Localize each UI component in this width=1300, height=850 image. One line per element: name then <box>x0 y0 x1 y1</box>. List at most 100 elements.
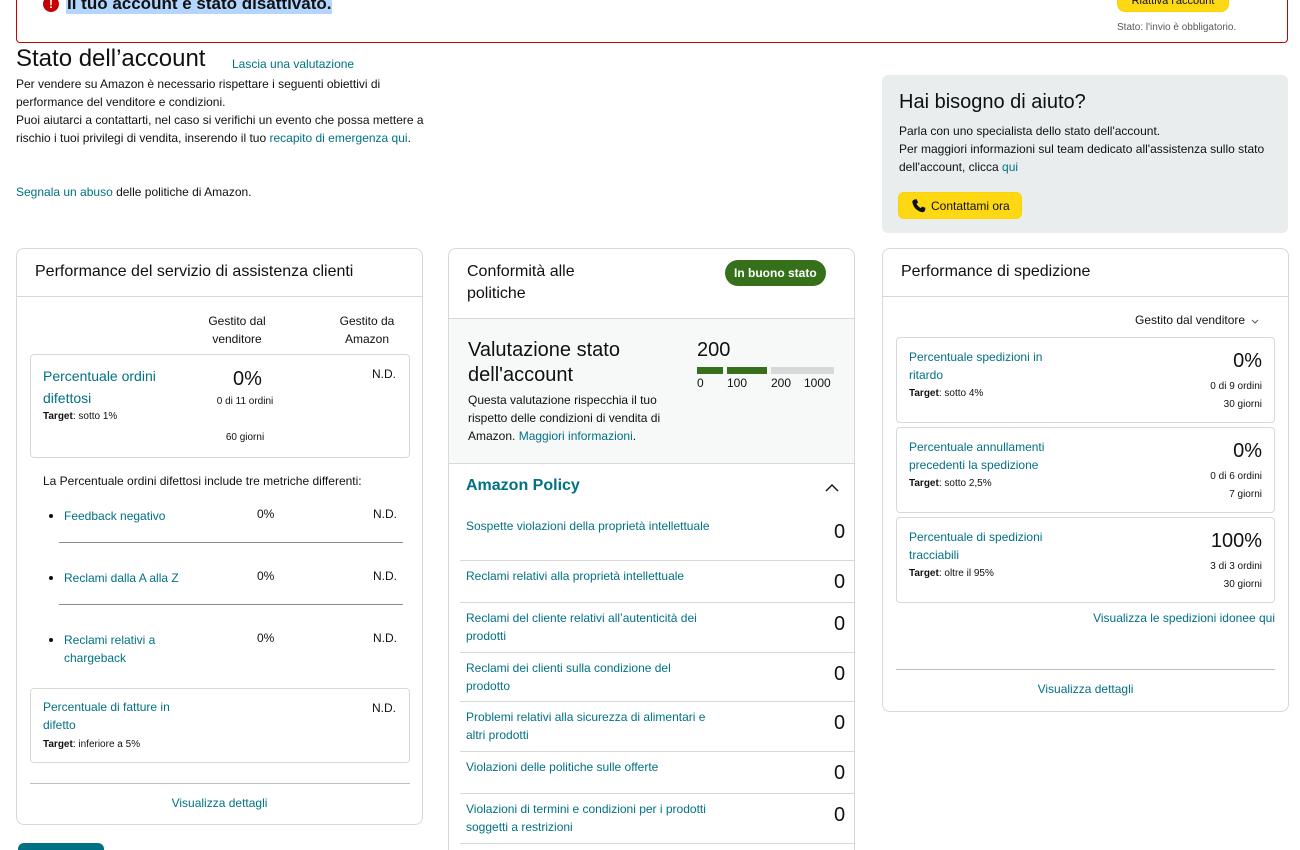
invoice-box: Percentuale di fatture in difetto Target… <box>30 688 410 763</box>
account-health-panel: Valutazione stato dell'account Questa va… <box>449 319 854 464</box>
policy-row-link[interactable]: Problemi relativi alla sicurezza di alim… <box>466 708 711 744</box>
odr-value: 0% <box>233 368 262 390</box>
score-bar-segment <box>697 367 723 374</box>
status-badge: In buono stato <box>725 260 826 286</box>
divider <box>896 669 1275 670</box>
view-details-link[interactable]: Visualizza dettagli <box>17 796 422 810</box>
fulfillment-dropdown[interactable]: Gestito dal venditore <box>1135 313 1259 327</box>
metric-value: 100% <box>1210 530 1262 552</box>
table-row: Reclami dei clienti sulla condizione del… <box>460 653 854 702</box>
health-title: Valutazione stato dell'account <box>468 339 620 386</box>
policy-row-link[interactable]: Violazioni delle politiche sulle offerte <box>466 758 711 776</box>
error-icon: ! <box>43 0 59 12</box>
table-row: Violazioni delle politiche sulle offerte… <box>460 752 854 794</box>
scale-label: 200 <box>771 376 792 390</box>
health-score: 200 <box>697 339 731 361</box>
odr-target: Target: sotto 1% <box>43 411 118 422</box>
odr-note: La Percentuale ordini difettosi include … <box>43 474 362 488</box>
list-item: Reclami relativi a chargeback 0% N.D. <box>49 631 404 671</box>
help-title: Hai bisogno di aiuto? <box>899 91 1086 113</box>
metric-sub: 0 di 9 ordini 30 giorni <box>1210 381 1262 410</box>
score-bar-segment <box>771 367 834 374</box>
divider <box>30 783 410 784</box>
help-text: Parla con uno specialista dello stato de… <box>899 124 1265 174</box>
phone-icon <box>911 198 927 214</box>
policy-row-link[interactable]: Violazioni di termini e condizioni per i… <box>466 800 711 836</box>
odr-title-link[interactable]: Percentuale ordini difettosi <box>43 365 193 409</box>
intro-line-2: Puoi aiutarci a contattarti, nel caso si… <box>16 113 424 145</box>
metric-title-link[interactable]: Percentuale di spedizioni tracciabili <box>909 528 1079 564</box>
invoice-amazon-value: N.D. <box>372 701 396 715</box>
divider <box>59 542 403 543</box>
chevron-up-icon[interactable] <box>825 481 839 495</box>
customer-service-title: Performance del servizio di assistenza c… <box>17 249 422 297</box>
health-description: Questa valutazione rispecchia il tuo ris… <box>468 393 661 443</box>
invoice-title-link[interactable]: Percentuale di fatture in difetto <box>43 698 193 734</box>
help-panel: Hai bisogno di aiuto? Parla con uno spec… <box>882 75 1288 233</box>
policy-row-link[interactable]: Reclami dei clienti sulla condizione del… <box>466 659 711 695</box>
alert-status: Stato: l'invio è obbligatorio. <box>1117 22 1237 33</box>
view-details-link[interactable]: Visualizza dettagli <box>883 682 1288 696</box>
customer-service-card: Performance del servizio di assistenza c… <box>16 248 423 825</box>
metric-target: Target: oltre il 95% <box>909 568 994 579</box>
col-header-amazon: Gestito da Amazon <box>339 314 395 346</box>
bottom-button[interactable] <box>18 843 104 850</box>
metric-link[interactable]: Feedback negativo <box>64 507 204 525</box>
intro-line-1: Per vendere su Amazon è necessario rispe… <box>16 77 381 109</box>
emergency-contact-link[interactable]: recapito di emergenza qui <box>269 131 407 145</box>
table-row: Problemi relativi alla sicurezza di alim… <box>460 702 854 752</box>
invoice-target: Target: inferiore a 5% <box>43 739 141 750</box>
eligible-shipments-link[interactable]: Visualizza le spedizioni idonee qui <box>1093 611 1275 625</box>
late-shipment-box: Percentuale spedizioni in ritardo Target… <box>896 337 1275 423</box>
metric-link[interactable]: Reclami relativi a chargeback <box>64 631 174 667</box>
policy-row-link[interactable]: Sospette violazioni della proprietà inte… <box>466 517 711 535</box>
policy-title: Conformità alle politiche <box>467 263 575 302</box>
list-item: Feedback negativo 0% N.D. <box>49 507 404 527</box>
reactivate-account-button[interactable]: Riattiva l'account <box>1117 0 1229 12</box>
odr-box: Percentuale ordini difettosi Target: sot… <box>30 354 410 458</box>
metric-target: Target: sotto 4% <box>909 388 984 399</box>
scale-label: 1000 <box>804 376 831 390</box>
help-here-link[interactable]: qui <box>1002 160 1018 174</box>
amazon-policy-title: Amazon Policy <box>466 477 580 494</box>
metric-value: 0% <box>1233 440 1262 462</box>
contact-me-label: Contattami ora <box>931 198 1010 213</box>
learn-more-link[interactable]: Maggiori informazioni <box>519 429 633 443</box>
metric-target: Target: sotto 2,5% <box>909 478 992 489</box>
table-row: Violazioni di termini e condizioni per i… <box>460 794 854 844</box>
metric-title-link[interactable]: Percentuale annullamenti precedenti la s… <box>909 438 1079 474</box>
contact-me-button[interactable]: Contattami ora <box>898 192 1022 219</box>
page-title: Stato dell’account <box>16 45 206 72</box>
alert-title: Il tuo account è stato disattivato. <box>66 0 333 14</box>
table-row: Sospette violazioni della proprietà inte… <box>460 511 854 561</box>
policy-compliance-card: Conformità alle politiche In buono stato… <box>448 248 855 850</box>
shipping-title: Performance di spedizione <box>883 249 1288 297</box>
metric-link[interactable]: Reclami dalla A alla Z <box>64 569 204 587</box>
policy-card-header: Conformità alle politiche In buono stato <box>449 249 854 319</box>
table-row: Reclami relativi alla proprietà intellet… <box>460 561 854 603</box>
report-abuse-link[interactable]: Segnala un abuso <box>16 185 113 199</box>
cancellation-box: Percentuale annullamenti precedenti la s… <box>896 427 1275 513</box>
shipping-performance-card: Performance di spedizione Gestito dal ve… <box>882 248 1289 712</box>
list-item: Reclami dalla A alla Z 0% N.D. <box>49 569 404 589</box>
divider <box>59 604 403 605</box>
report-abuse-text: Segnala un abuso delle politiche di Amaz… <box>16 185 252 199</box>
leave-rating-link[interactable]: Lascia una valutazione <box>232 57 354 71</box>
metric-title-link[interactable]: Percentuale spedizioni in ritardo <box>909 348 1079 384</box>
scale-label: 100 <box>727 376 748 390</box>
score-bar-segment <box>727 367 767 374</box>
intro-text: Per vendere su Amazon è necessario rispe… <box>16 75 426 147</box>
odr-period: 60 giorni <box>225 432 265 443</box>
odr-sub: 0 di 11 ordini <box>216 396 274 407</box>
tracking-box: Percentuale di spedizioni tracciabili Ta… <box>896 517 1275 603</box>
table-row: Reclami del cliente relativi all’autenti… <box>460 603 854 653</box>
policy-row-link[interactable]: Reclami del cliente relativi all’autenti… <box>466 609 711 645</box>
col-header-seller: Gestito dal venditore <box>208 314 266 346</box>
deactivation-alert: ! Il tuo account è stato disattivato. Ri… <box>16 0 1288 43</box>
policy-row-link[interactable]: Reclami relativi alla proprietà intellet… <box>466 567 711 585</box>
scale-label: 0 <box>697 376 704 390</box>
chevron-down-icon <box>1251 313 1259 327</box>
metric-value: 0% <box>1233 350 1262 372</box>
metric-sub: 0 di 6 ordini 7 giorni <box>1210 471 1262 500</box>
metric-sub: 3 di 3 ordini 30 giorni <box>1210 561 1262 590</box>
